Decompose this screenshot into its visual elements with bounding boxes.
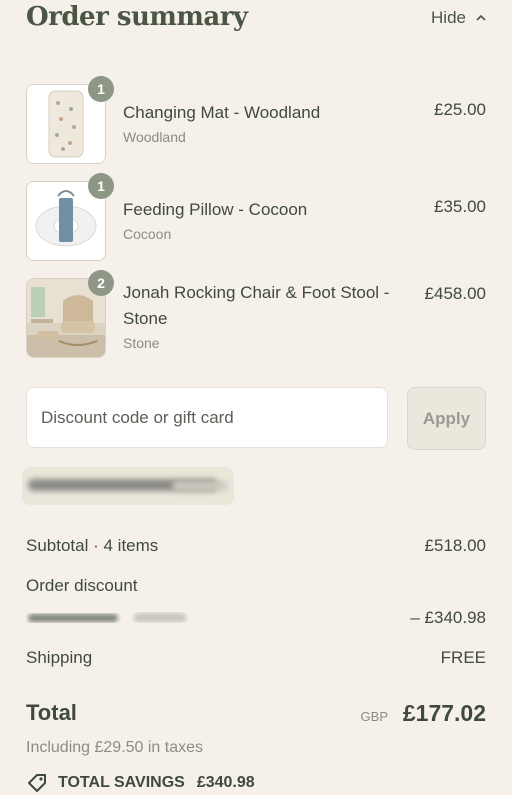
quantity-badge: 1: [88, 173, 114, 199]
tag-icon: [28, 774, 46, 792]
total-savings: TOTAL SAVINGS £340.98: [26, 772, 255, 794]
item-name: Changing Mat - Woodland: [123, 103, 321, 122]
line-item: 1 Feeding Pillow - Cocoon Cocoon £35.00: [26, 173, 486, 261]
hide-summary-toggle[interactable]: Hide: [431, 8, 486, 28]
subtotal-row: Subtotal · 4 items £518.00: [26, 536, 486, 556]
subtotal-label: Subtotal · 4 items: [26, 536, 159, 555]
apply-button[interactable]: Apply: [407, 387, 486, 450]
shipping-label: Shipping: [26, 648, 93, 667]
line-item: 2 Jonah Rocking Chair & Foot Stool - Sto…: [26, 270, 486, 358]
item-price: £25.00: [434, 100, 486, 119]
order-discount-label-row: Order discount: [26, 576, 486, 596]
chevron-up-icon: [476, 14, 486, 21]
order-discount-value: – £340.98: [410, 608, 486, 627]
item-price: £35.00: [434, 197, 486, 216]
total-value: £177.02: [402, 700, 486, 726]
savings-label: TOTAL SAVINGS: [58, 774, 185, 791]
total-currency: GBP: [360, 709, 388, 724]
item-variant: Cocoon: [123, 226, 172, 242]
item-price: £458.00: [424, 284, 486, 303]
discount-code-row: Apply: [26, 387, 486, 450]
total-label: Total: [26, 700, 77, 725]
discount-code-input[interactable]: [26, 387, 388, 448]
item-name: Feeding Pillow - Cocoon: [123, 200, 308, 219]
taxes-note: Including £29.50 in taxes: [26, 739, 204, 756]
quantity-badge: 2: [88, 270, 114, 296]
shipping-value: FREE: [440, 648, 486, 667]
savings-value: £340.98: [196, 774, 255, 791]
subtotal-value: £518.00: [424, 536, 486, 555]
quantity-badge: 1: [88, 76, 114, 102]
order-discount-label: Order discount: [26, 576, 138, 595]
order-discount-row: – £340.98: [26, 608, 486, 630]
shipping-row: Shipping FREE: [26, 648, 486, 668]
page-title: Order summary: [26, 2, 248, 32]
redacted-discount-tag: [22, 467, 234, 505]
item-name: Jonah Rocking Chair & Foot Stool - Stone: [123, 283, 390, 328]
item-variant: Stone: [123, 335, 160, 351]
order-summary-header: Order summary Hide: [26, 0, 486, 40]
item-variant: Woodland: [123, 129, 186, 145]
hide-label: Hide: [431, 8, 466, 27]
line-item: 1 Changing Mat - Woodland Woodland £25.0…: [26, 76, 486, 164]
redacted-discount-code-tag-icon: [28, 613, 186, 622]
